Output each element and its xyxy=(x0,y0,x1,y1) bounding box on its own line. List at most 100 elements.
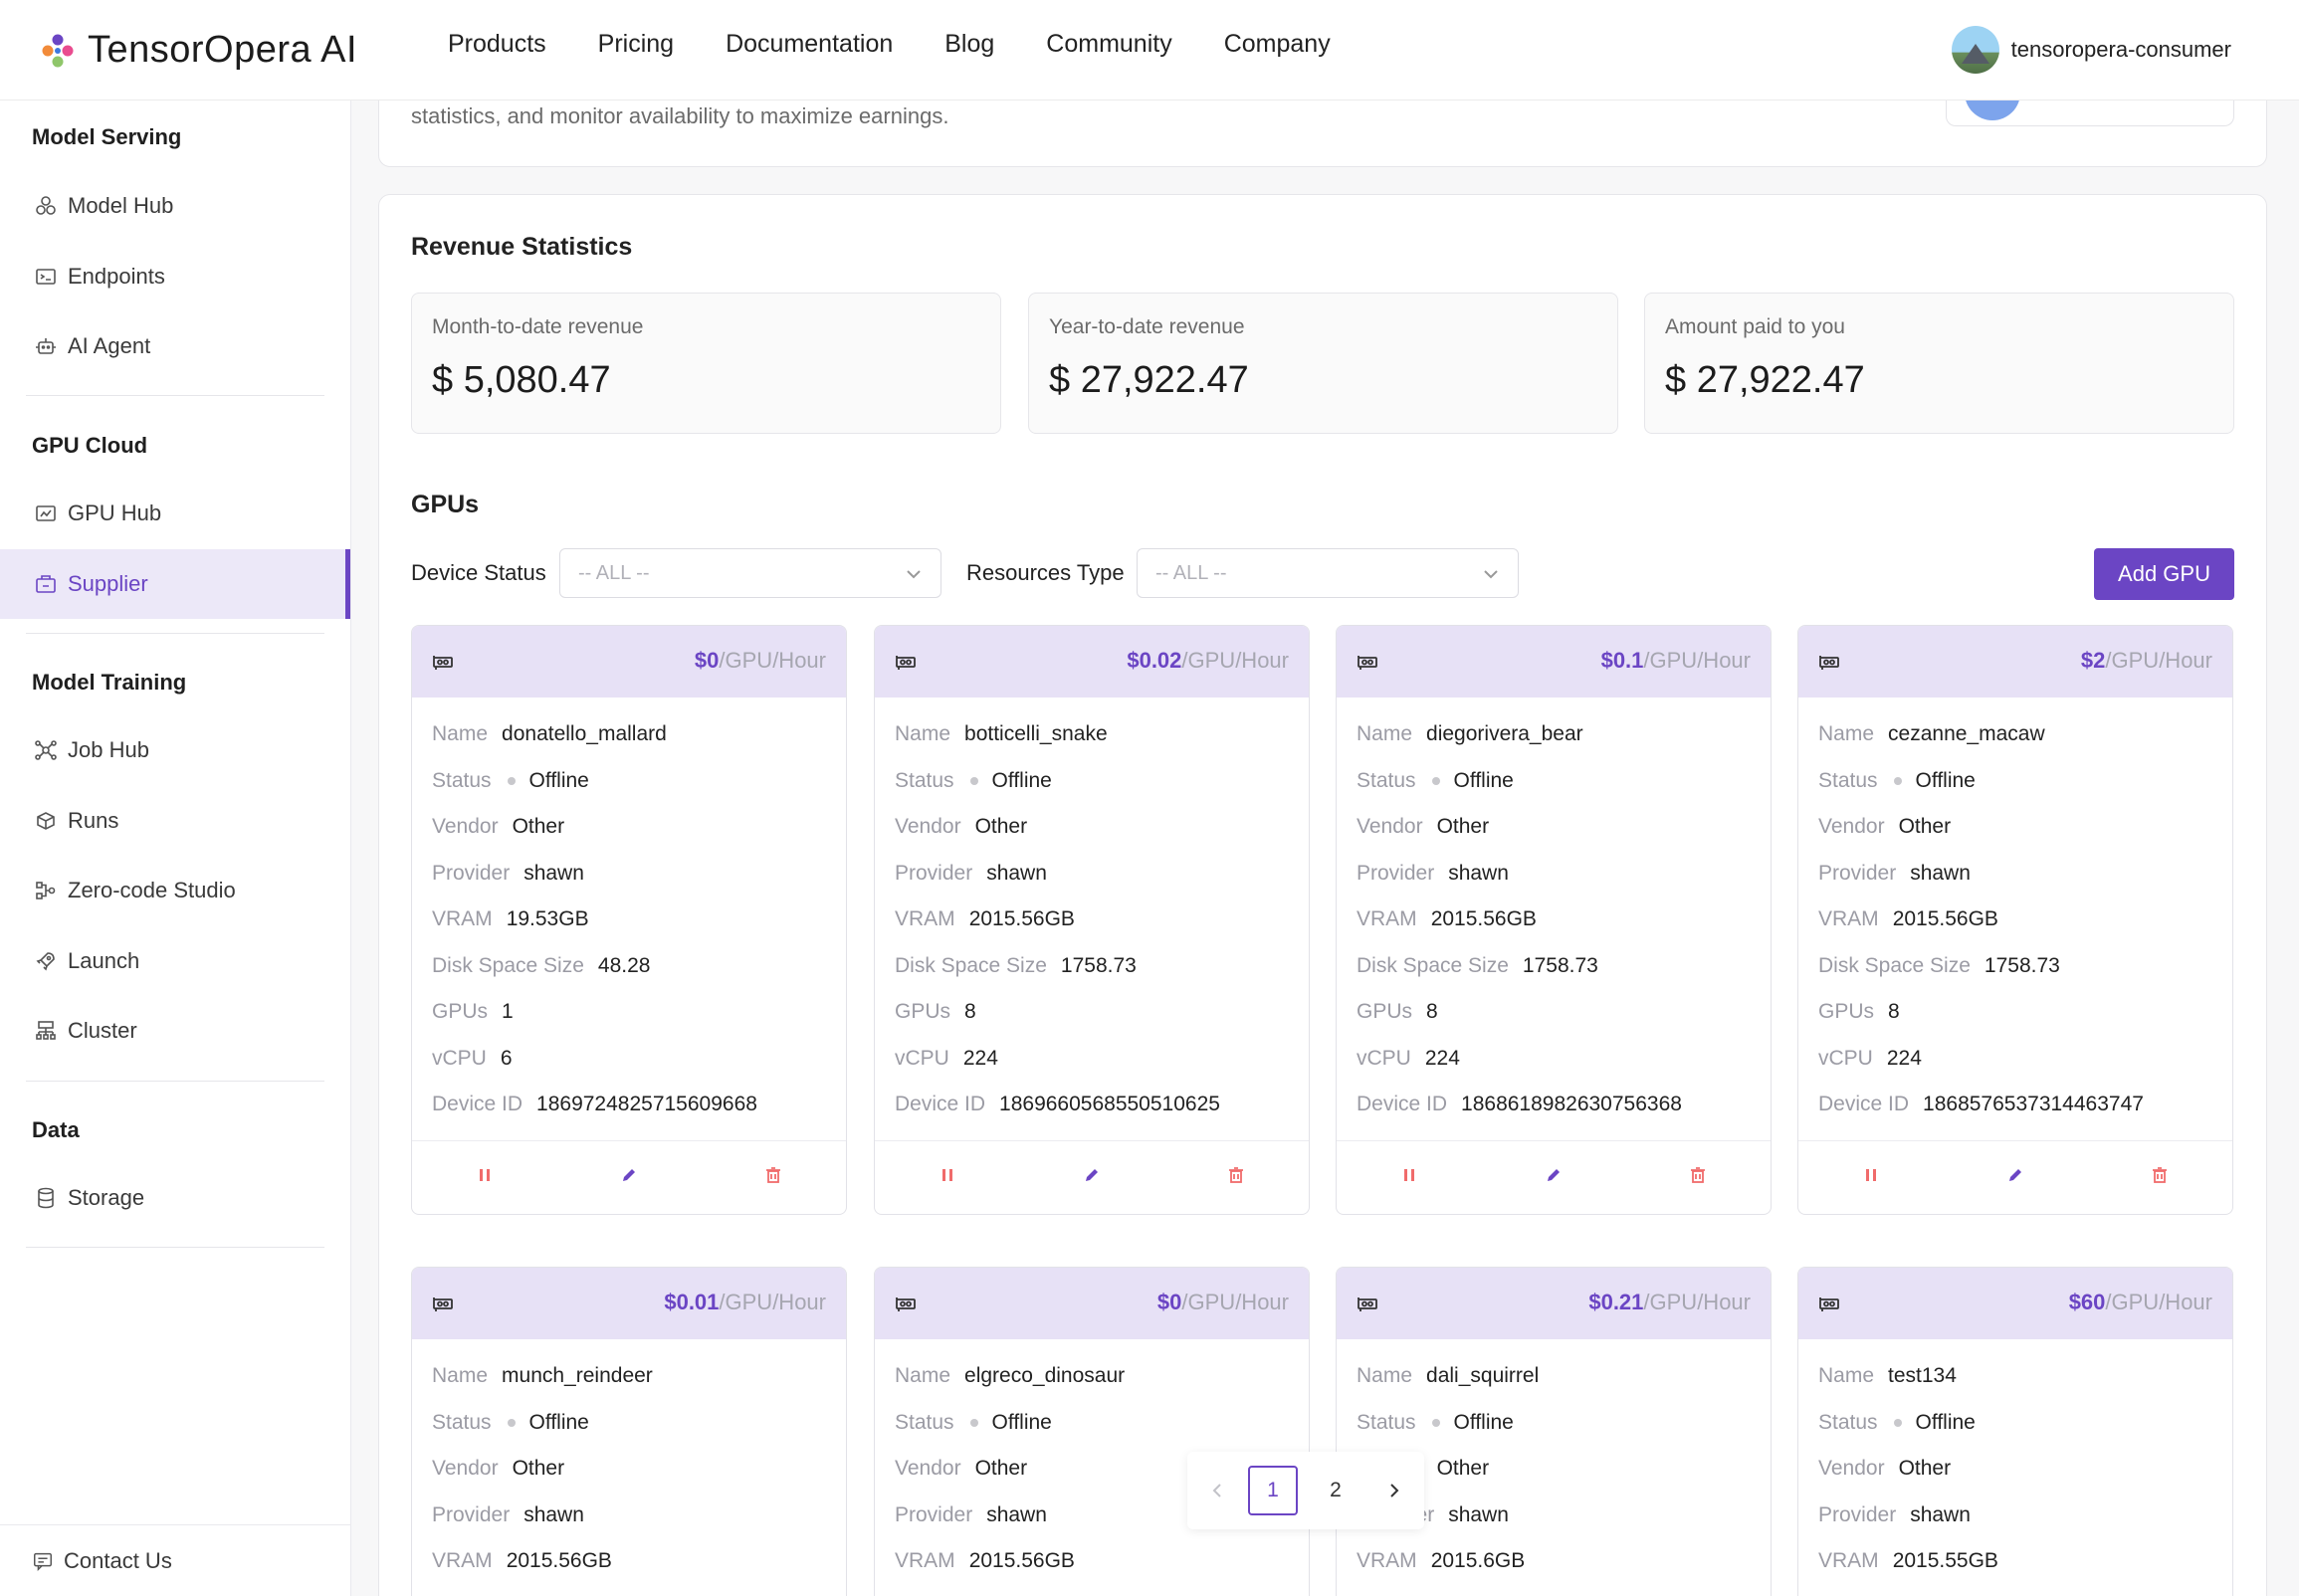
pause-button[interactable] xyxy=(1862,1166,1880,1189)
gpu-price-unit: /GPU/Hour xyxy=(719,648,826,673)
gpu-name: cezanne_macaw xyxy=(1888,722,2045,746)
field-label: Status xyxy=(895,768,954,792)
sidebar-item-model-hub[interactable]: Model Hub xyxy=(0,171,350,241)
delete-button[interactable] xyxy=(764,1166,782,1189)
gpu-provider: shawn xyxy=(523,861,584,885)
sidebar-item-supplier[interactable]: Supplier xyxy=(0,549,350,619)
page-2-button[interactable]: 2 xyxy=(1311,1466,1360,1515)
delete-button[interactable] xyxy=(1227,1166,1245,1189)
status-dot-icon xyxy=(507,1418,516,1427)
top-navbar: TensorOpera AI Products Pricing Document… xyxy=(0,0,2299,100)
gpu-card-icon xyxy=(1819,656,1839,670)
gpu-name-row: Name diegorivera_bear xyxy=(1357,711,1751,758)
nav-pricing[interactable]: Pricing xyxy=(598,30,674,59)
network-icon xyxy=(35,740,57,760)
pause-icon xyxy=(479,1169,490,1181)
sidebar-item-label: Runs xyxy=(68,808,119,833)
pause-button[interactable] xyxy=(1400,1166,1418,1189)
page-1-button[interactable]: 1 xyxy=(1248,1466,1298,1515)
field-label: Provider xyxy=(432,1502,511,1526)
gpu-price-unit: /GPU/Hour xyxy=(719,1290,826,1314)
sidebar-item-endpoints[interactable]: Endpoints xyxy=(0,242,350,311)
sidebar-item-storage[interactable]: Storage xyxy=(0,1163,350,1233)
gpu-card: $2/GPU/Hour Name cezanne_macaw Status Offlin… xyxy=(1797,625,2233,1215)
gpu-count-row: GPUs 8 xyxy=(1818,989,2212,1036)
sidebar-item-cluster[interactable]: Cluster xyxy=(0,996,350,1066)
contact-us-button[interactable]: Contact Us xyxy=(0,1524,350,1596)
select-value: -- ALL -- xyxy=(1155,562,1227,584)
field-label: Name xyxy=(1357,1364,1413,1388)
resources-type-select[interactable]: -- ALL -- xyxy=(1137,548,1519,598)
gpu-vendor-row: Vendor Other xyxy=(1818,804,2212,851)
contact-us-label: Contact Us xyxy=(64,1547,172,1573)
gpu-disk-size-row: Disk Space Size 48.28 xyxy=(432,943,826,990)
gpu-card-header: $60/GPU/Hour xyxy=(1798,1268,2232,1339)
gpu-card-actions xyxy=(412,1140,846,1214)
gpu-status: Offline xyxy=(1453,768,1514,792)
edit-button[interactable] xyxy=(620,1166,638,1189)
delete-button[interactable] xyxy=(2151,1166,2169,1189)
nav-community[interactable]: Community xyxy=(1046,30,1171,59)
gpu-card: $60/GPU/Hour Name test134 Status Offline Vend… xyxy=(1797,1267,2233,1596)
field-label: Status xyxy=(432,1410,492,1434)
gpu-status: Offline xyxy=(1453,1410,1514,1434)
gpu-status: Offline xyxy=(1915,768,1976,792)
sidebar-item-runs[interactable]: Runs xyxy=(0,786,350,856)
select-value: -- ALL -- xyxy=(578,562,650,584)
status-dot-icon xyxy=(507,776,516,785)
nav-products[interactable]: Products xyxy=(448,30,546,59)
gpu-vendor: Other xyxy=(1436,815,1490,839)
gpu-status: Offline xyxy=(1915,1410,1976,1434)
delete-button[interactable] xyxy=(1689,1166,1707,1189)
nav-blog[interactable]: Blog xyxy=(944,30,994,59)
edit-icon xyxy=(2008,1169,2021,1181)
nav-documentation[interactable]: Documentation xyxy=(726,30,893,59)
sidebar: Model Serving Model Hub Endpoints AI Age… xyxy=(0,100,351,1596)
field-label: Vendor xyxy=(1818,1457,1885,1481)
gpu-price: $0.21/GPU/Hour xyxy=(1588,1290,1751,1315)
gpu-name-row: Name munch_reindeer xyxy=(432,1353,826,1400)
user-menu[interactable]: tensoropera-consumer xyxy=(1951,26,2231,74)
sidebar-item-job-hub[interactable]: Job Hub xyxy=(0,715,350,785)
sidebar-item-label: Model Hub xyxy=(68,193,174,218)
edit-button[interactable] xyxy=(2006,1166,2024,1189)
prev-page-button[interactable] xyxy=(1193,1466,1243,1515)
field-label: vCPU xyxy=(1357,1046,1411,1070)
gpu-count: 8 xyxy=(964,1000,976,1024)
gpu-card-header: $0/GPU/Hour xyxy=(412,626,846,698)
gpu-status-row: Status Offline xyxy=(1357,758,1751,805)
pause-button[interactable] xyxy=(476,1166,494,1189)
add-gpu-button[interactable]: Add GPU xyxy=(2094,548,2234,600)
gpu-count: 8 xyxy=(1426,1000,1438,1024)
gpu-status: Offline xyxy=(528,1410,589,1434)
rocket-icon xyxy=(36,952,55,971)
edit-button[interactable] xyxy=(1545,1166,1563,1189)
edit-button[interactable] xyxy=(1083,1166,1101,1189)
brand-logo[interactable]: TensorOpera AI xyxy=(36,24,357,76)
nav-company[interactable]: Company xyxy=(1224,30,1331,59)
pause-button[interactable] xyxy=(939,1166,956,1189)
gpu-provider-row: Provider shawn xyxy=(1818,851,2212,898)
gpu-card-actions xyxy=(1798,1140,2232,1214)
gpu-vendor-row: Vendor Other xyxy=(895,804,1289,851)
delete-icon xyxy=(1691,1167,1706,1183)
sidebar-item-zero-code-studio[interactable]: Zero-code Studio xyxy=(0,856,350,925)
gpu-disk-size-row: Disk Space Size 1758.73 xyxy=(1818,943,2212,990)
user-name: tensoropera-consumer xyxy=(2010,37,2231,62)
sidebar-section-model-serving: Model Serving xyxy=(32,124,182,149)
status-dot-icon xyxy=(1893,1418,1902,1427)
field-label: Device ID xyxy=(1357,1093,1448,1116)
device-status-select[interactable]: -- ALL -- xyxy=(559,548,941,598)
edit-icon xyxy=(622,1169,635,1181)
field-label: Name xyxy=(895,1364,951,1388)
next-page-button[interactable] xyxy=(1368,1466,1418,1515)
gpu-card: $0.02/GPU/Hour Name botticelli_snake Status… xyxy=(874,625,1310,1215)
cubes-icon xyxy=(36,196,56,215)
field-label: Vendor xyxy=(895,815,961,839)
sidebar-item-ai-agent[interactable]: AI Agent xyxy=(0,311,350,381)
sidebar-item-launch[interactable]: Launch xyxy=(0,926,350,996)
gpu-name: diegorivera_bear xyxy=(1426,722,1583,746)
sidebar-item-gpu-hub[interactable]: GPU Hub xyxy=(0,479,350,548)
gpu-vram: 2015.56GB xyxy=(968,1549,1075,1573)
gpu-name-row: Name botticelli_snake xyxy=(895,711,1289,758)
